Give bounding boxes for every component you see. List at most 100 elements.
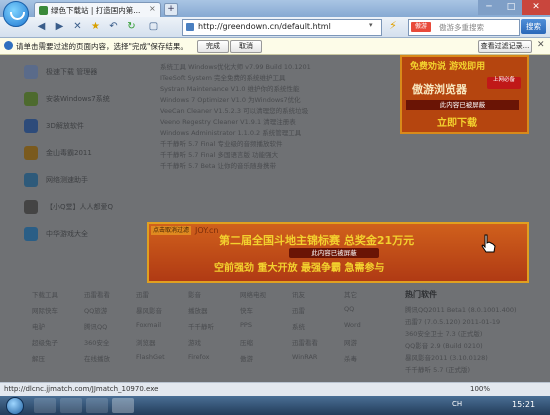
- category-link[interactable]: Foxmail: [136, 321, 161, 329]
- software-list-item[interactable]: ITeeSoft System 完全免费的系统维护工具: [160, 72, 285, 82]
- stop-button[interactable]: ✕: [70, 20, 85, 34]
- category-link[interactable]: 360安全: [84, 337, 109, 347]
- category-link[interactable]: 系统: [292, 321, 305, 331]
- category-link[interactable]: QQ: [344, 305, 354, 313]
- close-icon[interactable]: ✕: [537, 40, 545, 50]
- software-list-item[interactable]: Veeno Regestry Cleaner V1.9.1 清理注册表: [160, 116, 296, 126]
- category-link[interactable]: 傲游: [240, 353, 253, 363]
- software-list-item[interactable]: Windows Administrator 1.1.0.2 系统管理工具: [160, 127, 301, 137]
- software-list-item[interactable]: 千千静听 5.7 Final 多国语言版 功能强大: [160, 149, 278, 159]
- taskbar-explorer-icon[interactable]: [60, 398, 82, 413]
- app-name[interactable]: 3D解放软件: [46, 121, 84, 131]
- app-icon[interactable]: [24, 173, 38, 187]
- category-link[interactable]: 迅雷看看: [292, 337, 318, 347]
- category-link[interactable]: 在线播放: [84, 353, 110, 363]
- taskbar-media-icon[interactable]: [86, 398, 108, 413]
- category-link[interactable]: 解压: [32, 353, 45, 363]
- done-button[interactable]: 完成: [197, 40, 229, 53]
- category-link[interactable]: WinRAR: [292, 353, 317, 361]
- unfilter-tag[interactable]: 点击取消过滤: [151, 226, 191, 235]
- hot-software-item[interactable]: 千千静听 5.7 (正式版): [405, 364, 470, 374]
- software-list-item[interactable]: VeeCan Cleaner V1.5.2.3 可以清理您的系统垃圾: [160, 105, 308, 115]
- taskbar-ie-icon[interactable]: [34, 398, 56, 413]
- cancel-button[interactable]: 取消: [230, 40, 262, 53]
- app-name[interactable]: 网络测速助手: [46, 175, 88, 185]
- clock[interactable]: 15:21: [512, 400, 535, 409]
- category-link[interactable]: FlashGet: [136, 353, 165, 361]
- hot-software-item[interactable]: QQ影音 2.9 (Build 0210): [405, 340, 483, 350]
- category-link[interactable]: 播放器: [188, 305, 208, 315]
- category-link[interactable]: 暴风影音: [136, 305, 162, 315]
- category-link[interactable]: 压缩: [240, 337, 253, 347]
- category-link[interactable]: 网络电视: [240, 289, 266, 299]
- taskbar-browser-icon[interactable]: [112, 398, 134, 413]
- category-link[interactable]: 游戏: [188, 337, 201, 347]
- language-indicator[interactable]: CH: [452, 400, 462, 408]
- category-link[interactable]: 电驴: [32, 321, 45, 331]
- category-link[interactable]: 网游: [344, 337, 357, 347]
- hot-software-item[interactable]: 360安全卫士 7.3 (正式版): [405, 328, 482, 338]
- address-bar[interactable]: http://greendown.cn/default.html ▾: [182, 19, 382, 36]
- category-link[interactable]: 其它: [344, 289, 357, 299]
- software-list-item[interactable]: 千千静听 5.7 Final 专业级的音频播放软件: [160, 138, 283, 148]
- app-name[interactable]: 中华游戏大全: [46, 229, 88, 239]
- category-link[interactable]: 网际快车: [32, 305, 58, 315]
- app-name[interactable]: 金山毒霸2011: [46, 148, 92, 158]
- new-tab-button[interactable]: +: [164, 3, 178, 16]
- highlighted-ad-banner[interactable]: 点击取消过滤 JOY.cn 第二届全国斗地主锦标赛 总奖金21万元 此内容已被屏…: [147, 222, 529, 283]
- category-link[interactable]: 浏览器: [136, 337, 156, 347]
- app-icon[interactable]: [24, 65, 38, 79]
- tab-close-icon[interactable]: ×: [149, 4, 156, 13]
- maximize-button[interactable]: □: [500, 0, 522, 15]
- ad-download-button[interactable]: 立即下载: [437, 114, 477, 129]
- software-list-item[interactable]: Windows 7 Optimizer V1.0 为Windows7优化: [160, 94, 301, 104]
- category-link[interactable]: 千千静听: [188, 321, 214, 331]
- zoom-level[interactable]: 100%: [470, 385, 490, 393]
- category-link[interactable]: 迅雷: [292, 305, 305, 315]
- category-link[interactable]: 讯友: [292, 289, 305, 299]
- page-menu-button[interactable]: ▢: [146, 20, 161, 34]
- url-dropdown-icon[interactable]: ▾: [369, 21, 373, 29]
- forward-button[interactable]: ▶: [52, 20, 67, 34]
- category-link[interactable]: 腾讯QQ: [84, 321, 107, 331]
- minimize-button[interactable]: ─: [478, 0, 500, 15]
- undo-close-button[interactable]: ↶: [106, 20, 121, 34]
- category-link[interactable]: 杀毒: [344, 353, 357, 363]
- view-filter-records-button[interactable]: 查看过滤记录...: [478, 40, 532, 53]
- category-link[interactable]: 迅雷看看: [84, 289, 110, 299]
- app-name[interactable]: 【小Q堂】人人都爱Q: [46, 202, 113, 212]
- software-list-item[interactable]: 千千静听 5.7 Beta 让你的音乐随身携带: [160, 160, 276, 170]
- hot-software-item[interactable]: 暴风影音2011 (3.10.0128): [405, 352, 488, 362]
- back-button[interactable]: ◀: [34, 20, 49, 34]
- category-link[interactable]: 影音: [188, 289, 201, 299]
- hot-software-item[interactable]: 迅雷7 (7.0.5.120) 2011-01-19: [405, 316, 500, 326]
- start-button[interactable]: [6, 397, 24, 415]
- close-window-button[interactable]: ✕: [522, 0, 550, 15]
- search-engine-icon[interactable]: 傲游: [411, 22, 431, 32]
- category-link[interactable]: QQ旅游: [84, 305, 107, 315]
- app-icon[interactable]: [24, 119, 38, 133]
- search-input[interactable]: 傲游 傲游多重搜索: [408, 19, 520, 36]
- app-icon[interactable]: [24, 146, 38, 160]
- hot-software-item[interactable]: 腾讯QQ2011 Beta1 (8.0.1001.400): [405, 304, 517, 314]
- search-button[interactable]: 搜索: [521, 19, 546, 34]
- category-link[interactable]: Word: [344, 321, 361, 329]
- category-link[interactable]: 快车: [240, 305, 253, 315]
- category-link[interactable]: 超级兔子: [32, 337, 58, 347]
- app-name[interactable]: 极速下载 管理器: [46, 67, 97, 77]
- refresh-button[interactable]: ↻: [124, 20, 139, 34]
- category-link[interactable]: 下载工具: [32, 289, 58, 299]
- favorite-star-icon[interactable]: ★: [88, 20, 103, 34]
- right-ad[interactable]: 免费劝说 游戏即用 傲游浏览器 上网必备 此内容已被屏蔽 立即下载: [400, 55, 529, 134]
- category-link[interactable]: PPS: [240, 321, 252, 329]
- app-icon[interactable]: [24, 200, 38, 214]
- app-icon[interactable]: [24, 92, 38, 106]
- lightning-icon[interactable]: ⚡: [386, 19, 400, 34]
- category-link[interactable]: 迅雷: [136, 289, 149, 299]
- category-link[interactable]: Firefox: [188, 353, 210, 361]
- maxthon-logo-icon[interactable]: [3, 1, 29, 27]
- software-list-item[interactable]: Systran Maintenance V1.0 维护你的系统性能: [160, 83, 300, 93]
- app-name[interactable]: 安装Windows7系统: [46, 94, 110, 104]
- url-text[interactable]: http://greendown.cn/default.html: [198, 22, 331, 31]
- browser-tab[interactable]: 绿色下载站 | 打造国内第... ×: [34, 2, 161, 18]
